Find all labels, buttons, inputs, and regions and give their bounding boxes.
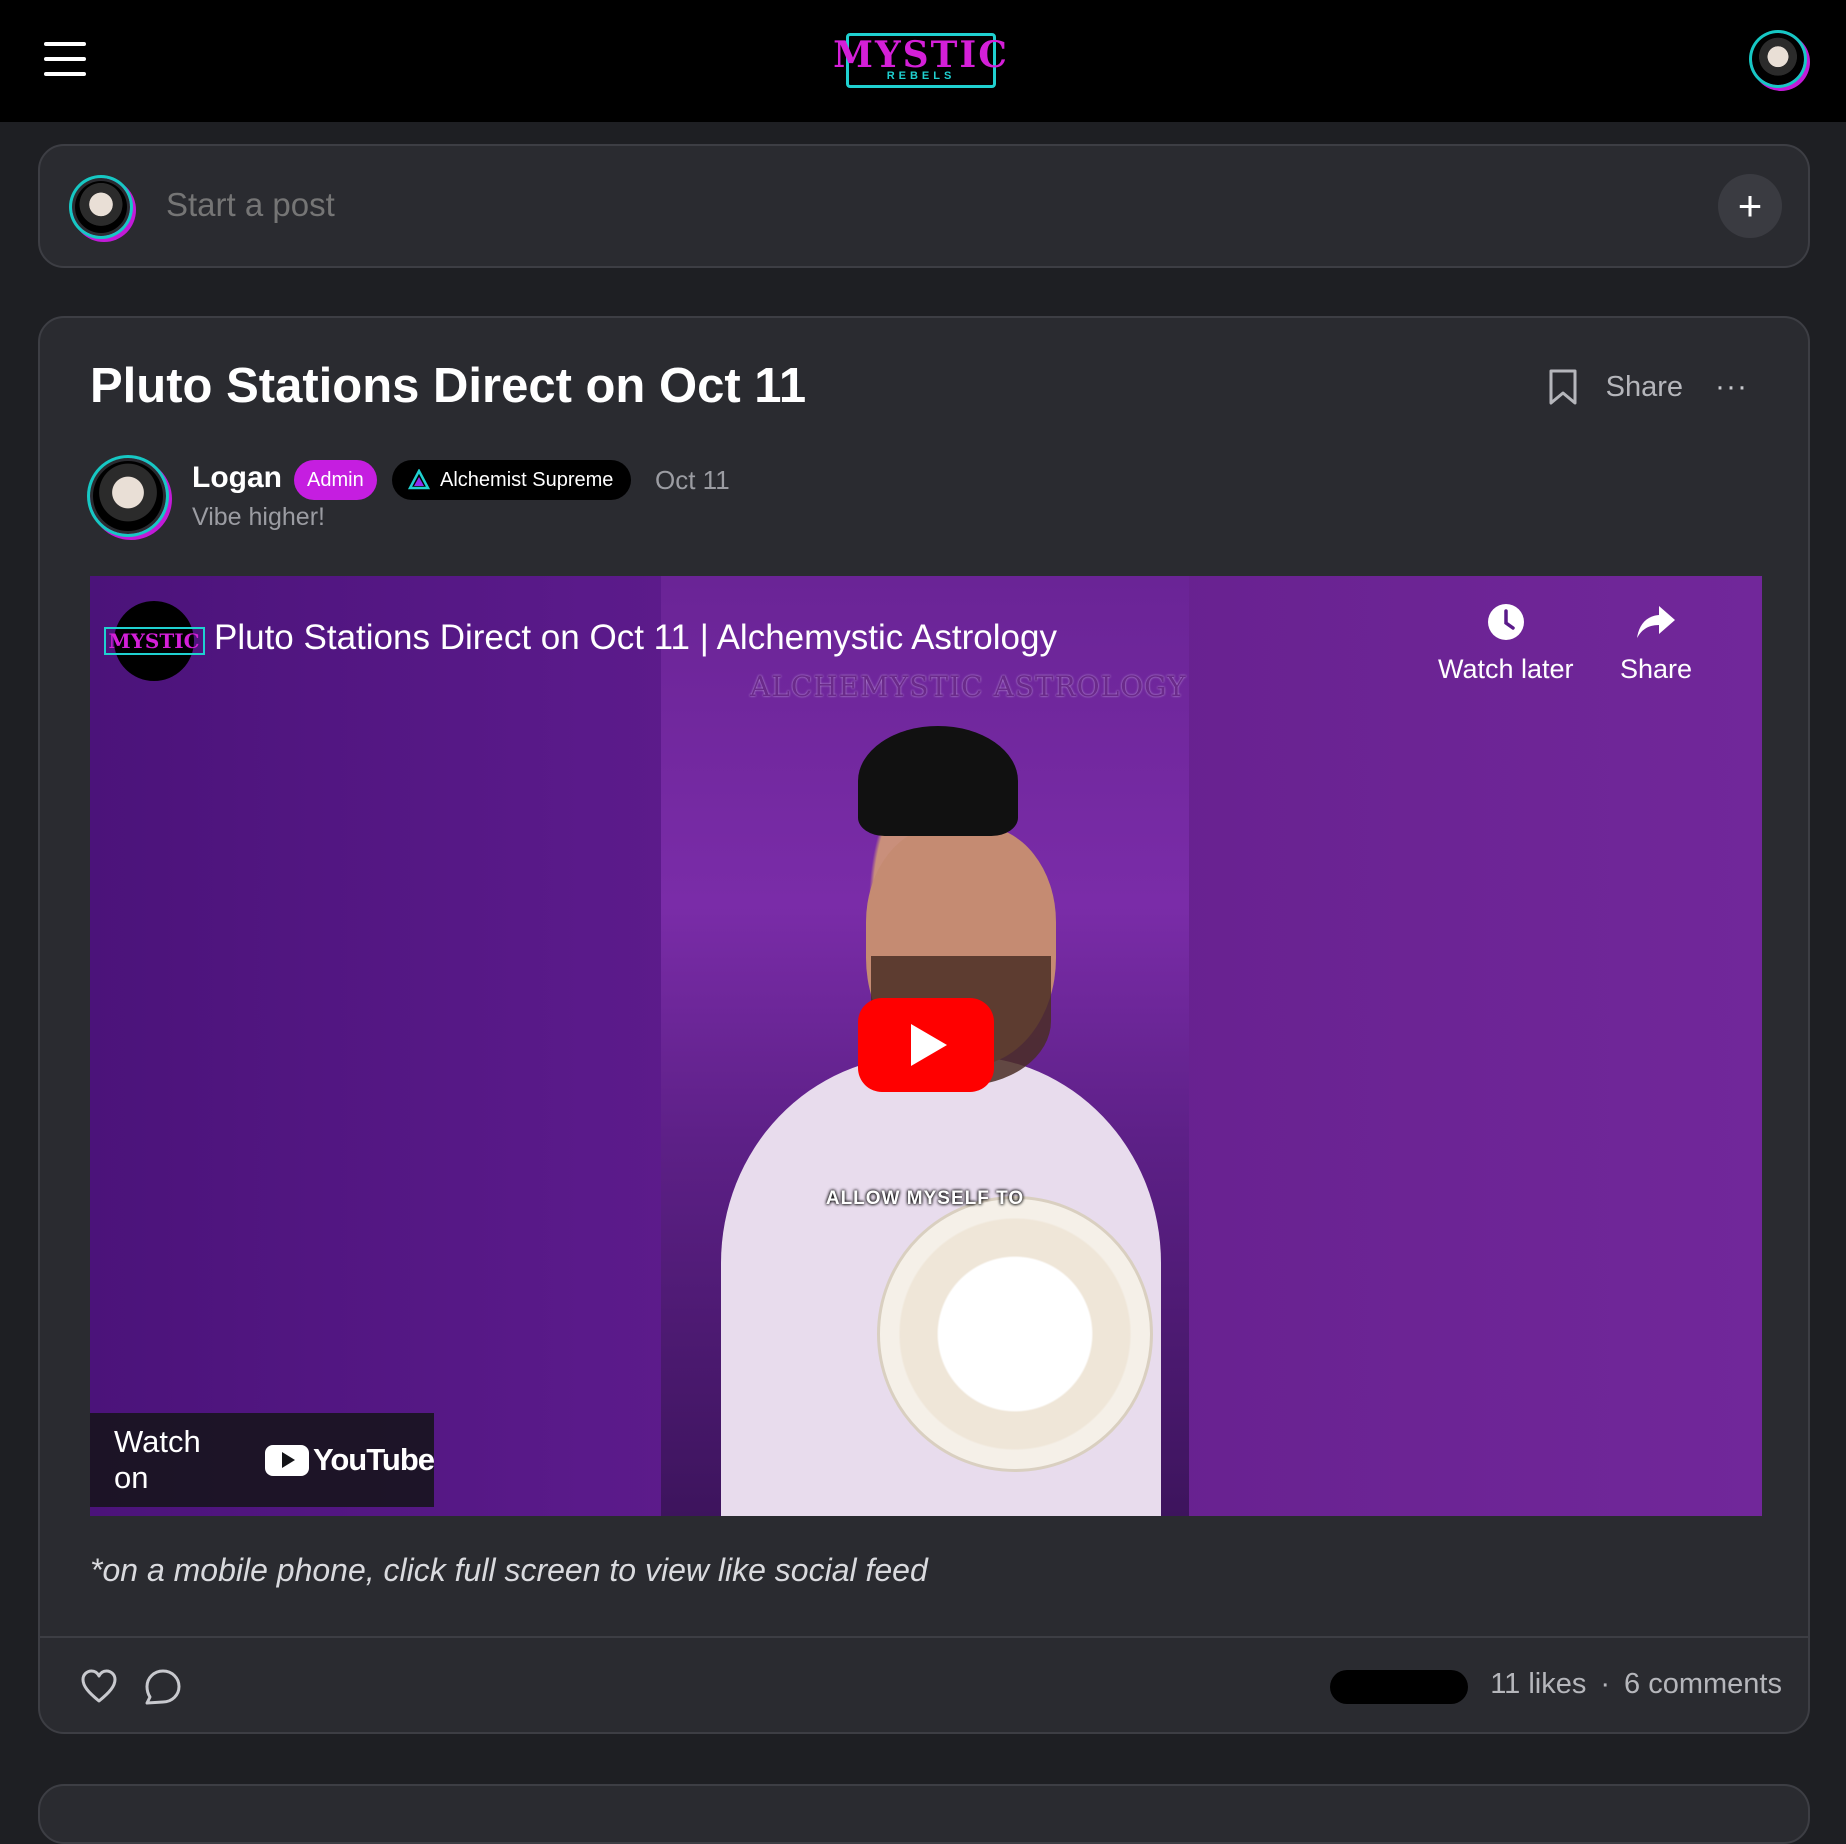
rank-badge-label: Alchemist Supreme [440, 469, 614, 491]
watch-later-button[interactable]: Watch later [1438, 602, 1574, 685]
post-stats: 11 likes · 6 comments [1490, 1668, 1782, 1701]
thumbnail-cap [858, 726, 1018, 836]
video-share-button[interactable]: Share [1620, 602, 1692, 685]
video-share-label: Share [1620, 654, 1693, 684]
post-actions: Share ··· [1548, 368, 1748, 406]
post-footer: 11 likes · 6 comments [40, 1636, 1808, 1732]
post-composer: + [38, 144, 1810, 268]
youtube-embed[interactable]: ALLOW MYSELF TO ALCHEMYSTIC ASTROLOGY MY… [90, 576, 1762, 1516]
watch-on-youtube-button[interactable]: Watch on YouTube [90, 1413, 435, 1507]
bookmark-icon[interactable] [1548, 368, 1578, 406]
logo-main-text: MYSTIC [833, 34, 1009, 76]
video-watermark: ALCHEMYSTIC ASTROLOGY [750, 670, 1187, 703]
user-avatar[interactable] [1752, 33, 1804, 85]
admin-badge: Admin [294, 460, 377, 500]
rank-badge: Alchemist Supreme [392, 460, 632, 500]
heart-icon[interactable] [80, 1668, 118, 1704]
play-button[interactable] [858, 998, 994, 1092]
watch-on-label: Watch on [114, 1424, 201, 1495]
likes-count[interactable]: 11 likes [1490, 1668, 1586, 1701]
composer-avatar [72, 178, 130, 236]
liker-avatars[interactable] [1330, 1670, 1468, 1704]
author-tagline: Vibe higher! [192, 503, 325, 531]
youtube-logo: YouTube [265, 1442, 435, 1478]
watch-later-label: Watch later [1438, 654, 1574, 684]
channel-logo[interactable]: MYSTIC [103, 601, 205, 681]
stats-separator: · [1600, 1668, 1611, 1700]
video-title[interactable]: Pluto Stations Direct on Oct 11 | Alchem… [214, 618, 1057, 658]
comment-icon[interactable] [144, 1668, 182, 1706]
post-share-button[interactable]: Share [1606, 371, 1683, 404]
top-bar: MYSTIC REBELS [0, 0, 1846, 122]
clock-icon [1487, 604, 1524, 640]
channel-logo-text: MYSTIC [103, 627, 205, 655]
post-date[interactable]: Oct 11 [655, 465, 730, 496]
add-post-button[interactable]: + [1718, 174, 1782, 238]
more-options-icon[interactable]: ··· [1715, 370, 1748, 404]
astrology-chart-image [877, 1196, 1153, 1472]
triangle-icon [408, 469, 430, 490]
post-title[interactable]: Pluto Stations Direct on Oct 11 [90, 358, 806, 414]
comments-count[interactable]: 6 comments [1624, 1668, 1782, 1701]
share-arrow-icon [1637, 606, 1676, 638]
video-overlay-caption: ALLOW MYSELF TO [825, 1188, 1025, 1209]
youtube-wordmark: YouTube [313, 1442, 435, 1477]
author-name[interactable]: Logan [192, 461, 282, 495]
post-card: Pluto Stations Direct on Oct 11 Share ··… [38, 316, 1810, 1734]
youtube-play-icon [265, 1444, 309, 1476]
post-caption: *on a mobile phone, click full screen to… [90, 1552, 928, 1588]
next-post-card [38, 1784, 1810, 1844]
menu-icon[interactable] [44, 42, 86, 76]
logo-sub-text: REBELS [886, 70, 956, 82]
start-post-input[interactable] [166, 186, 1466, 224]
author-avatar[interactable] [90, 458, 166, 534]
site-logo[interactable]: MYSTIC REBELS [833, 33, 1007, 88]
